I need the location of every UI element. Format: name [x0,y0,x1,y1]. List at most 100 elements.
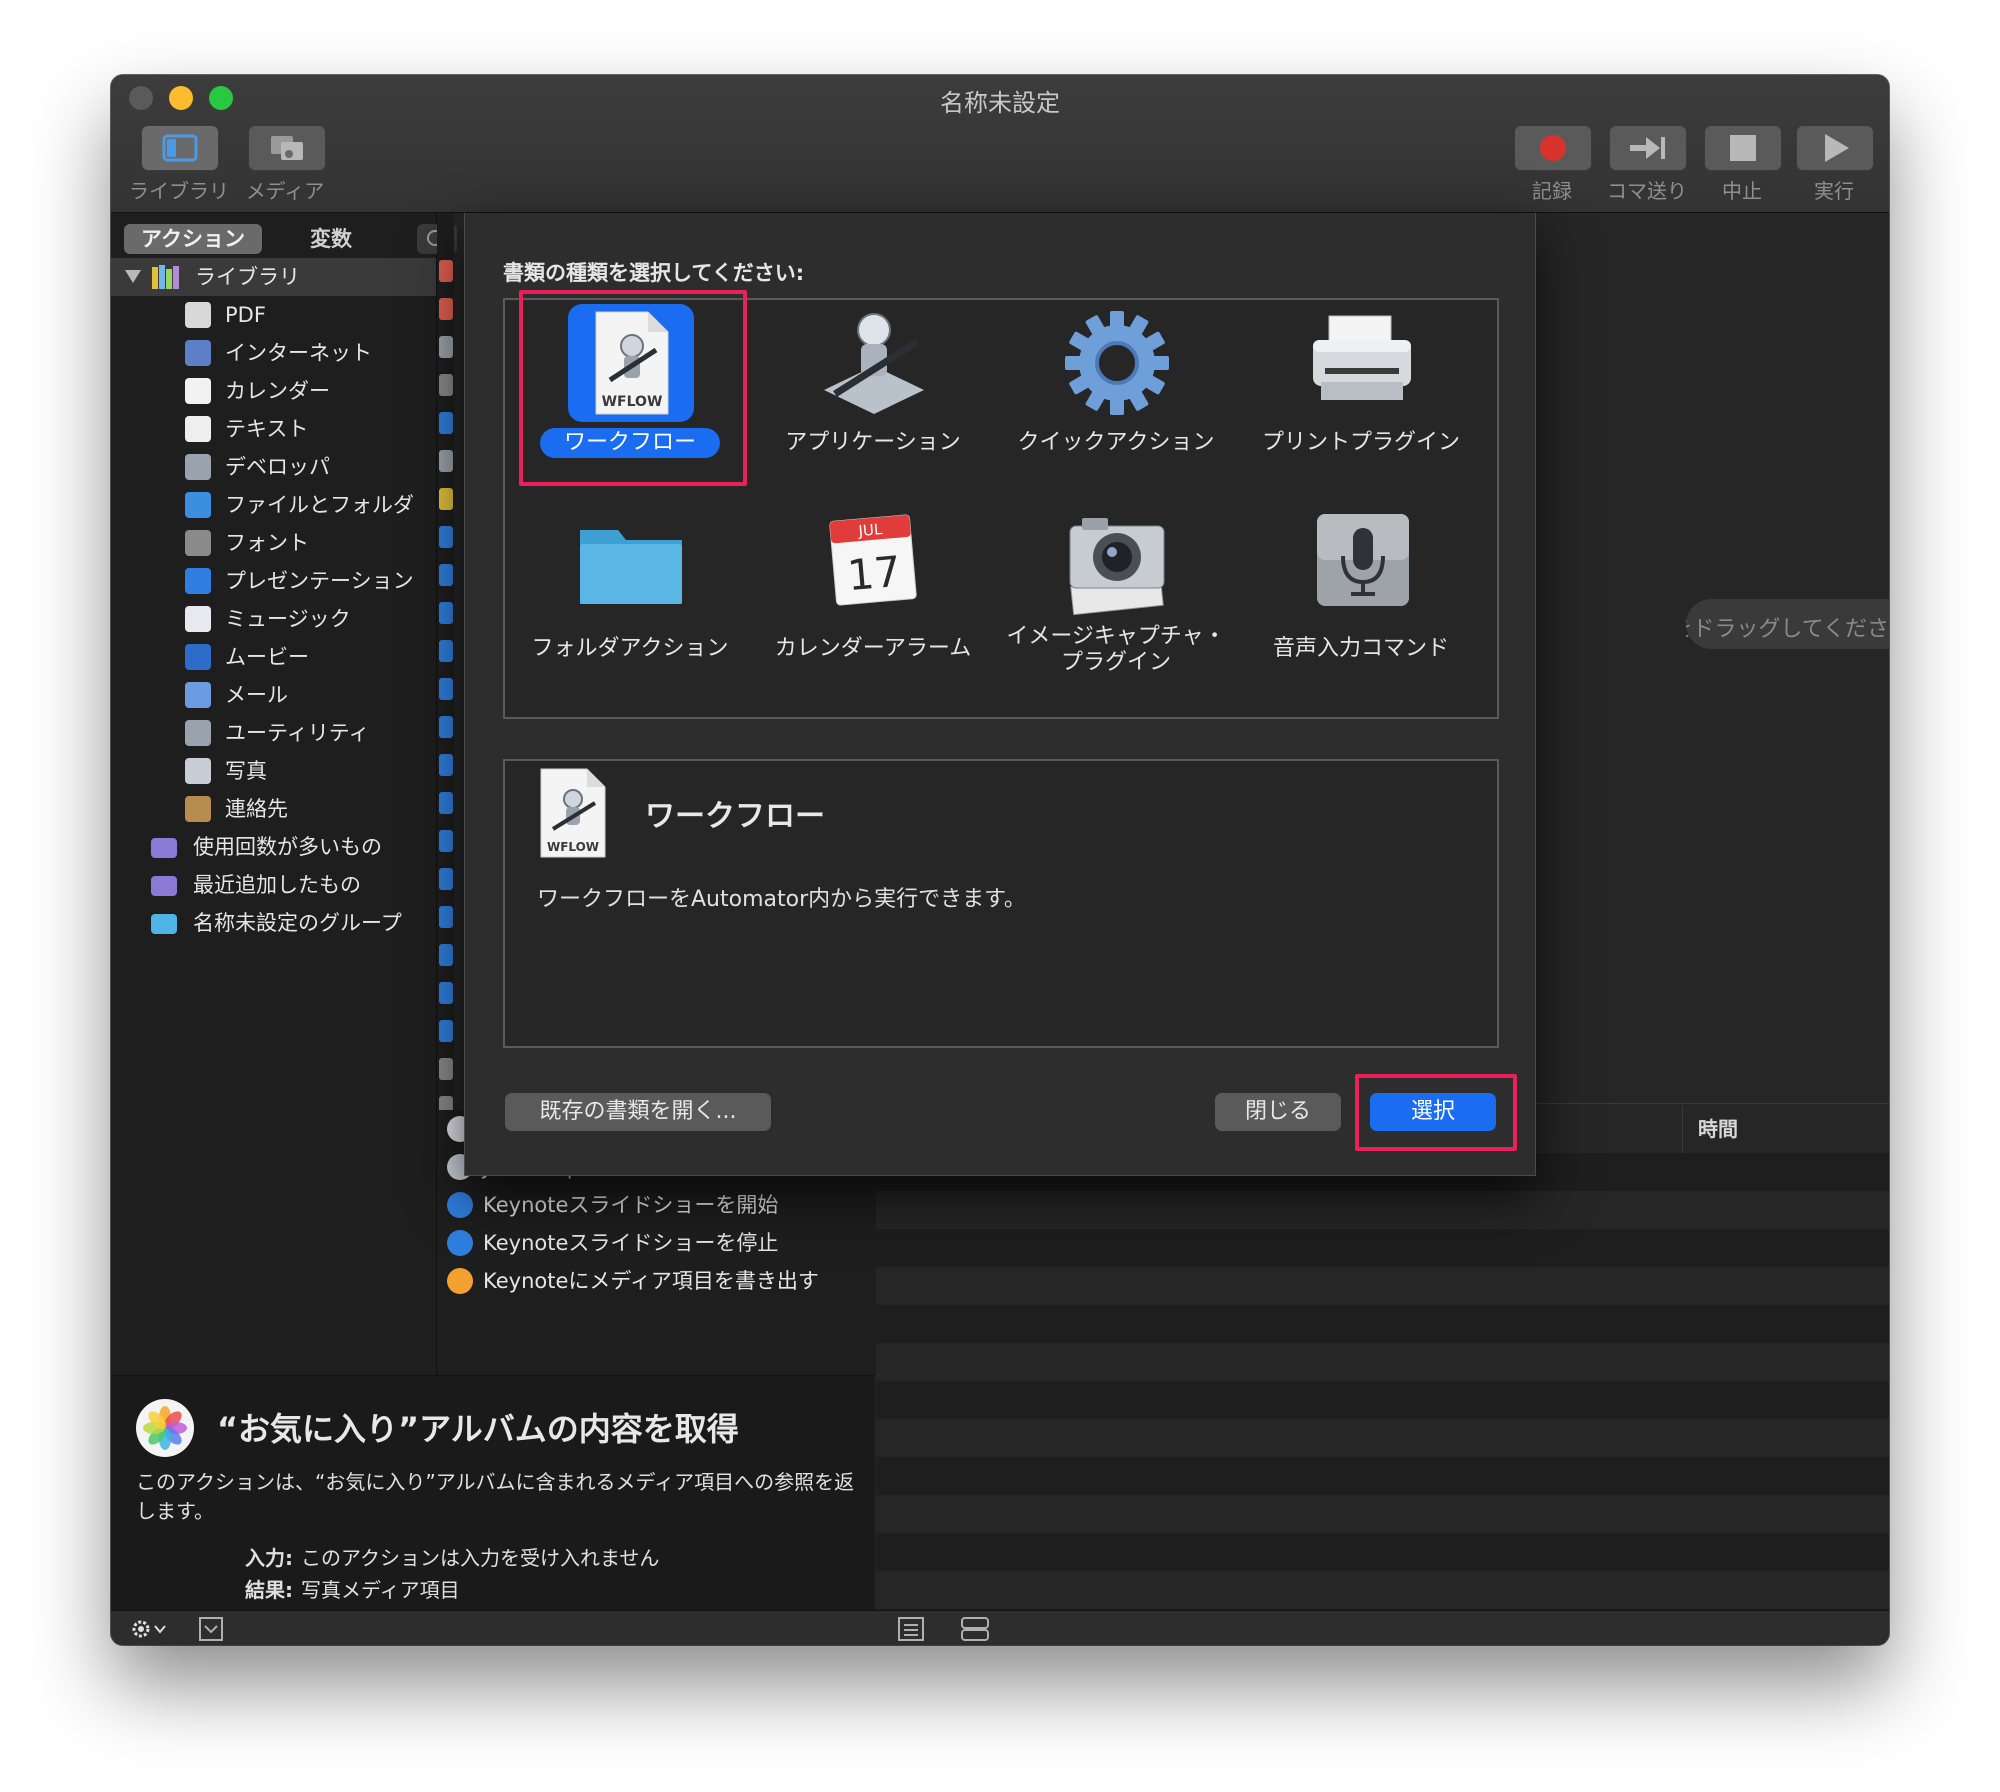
action-icon [439,412,453,434]
split-view-icon[interactable] [959,1615,991,1643]
smart-folder-icon [151,876,177,896]
toolbar: 名称未設定 ライブラリ メディア 記録 コマ送り 中止 実行 [111,75,1889,213]
sidebar-item[interactable]: ユーティリティ [111,714,436,752]
sidebar-item-label: プレゼンテーション [225,569,414,593]
log-row [876,1191,1889,1229]
open-existing-button[interactable]: 既存の書類を開く... [505,1093,771,1131]
sidebar-item[interactable]: インターネット [111,334,436,372]
action-item[interactable]: Keynoteにメディア項目を書き出す [437,1262,937,1300]
sidebar-item-label: ユーティリティ [225,721,370,745]
media-button[interactable] [248,125,326,171]
gear-menu-icon[interactable] [129,1616,173,1642]
sidebar-item-label: 連絡先 [225,797,288,821]
sidebar-item-label: インターネット [225,341,372,365]
type-label-dictation-command: 音声入力コマンド [1272,636,1449,661]
segment-variables[interactable]: 変数 [271,224,391,254]
step-button[interactable] [1609,125,1687,171]
automator-window: 名称未設定 ライブラリ メディア 記録 コマ送り 中止 実行 アクション 変数 … [111,75,1889,1645]
utility-icon [185,720,211,746]
stop-button[interactable] [1704,125,1782,171]
sidebar-item[interactable]: 写真 [111,752,436,790]
svg-text:17: 17 [845,547,903,600]
close-button[interactable]: 閉じる [1215,1093,1341,1131]
sidebar-item[interactable]: フォント [111,524,436,562]
type-label-calendar-alarm: カレンダーアラーム [774,636,972,661]
sidebar-group-label: 名称未設定のグループ [193,911,402,935]
run-icon [1825,134,1849,162]
type-calendar-alarm[interactable]: JUL 17 カレンダーアラーム [753,508,993,688]
font-icon [185,530,211,556]
action-icon [439,450,453,472]
action-icon [439,1058,453,1080]
media-label: メディア [245,179,325,203]
record-button[interactable] [1514,125,1592,171]
music-icon [185,606,211,632]
action-item-label: Keynoteスライドショーを停止 [483,1231,779,1255]
sidebar-group[interactable]: 使用回数が多いもの [111,828,436,866]
run-button[interactable] [1796,125,1874,171]
sidebar-item[interactable]: ファイルとフォルダ [111,486,436,524]
sidebar-item-label: ムービー [225,645,309,669]
log-row [876,1305,1889,1343]
sidebar-item[interactable]: プレゼンテーション [111,562,436,600]
type-folder-action[interactable]: フォルダアクション [510,508,750,688]
application-icon [824,313,924,414]
media-icon [271,136,303,160]
toggle-description-icon[interactable] [197,1615,225,1643]
sidebar-item[interactable]: PDF [111,296,436,334]
library-row[interactable]: ライブラリ [111,258,436,296]
step-label: コマ送り [1607,179,1687,203]
input-label: 入力: [245,1546,293,1570]
description-body: このアクションは、“お気に入り”アルバムに含まれるメディア項目への参照を返します… [136,1470,855,1523]
photos-icon [185,758,211,784]
result-label: 結果: [245,1578,293,1602]
list-view-icon[interactable] [896,1615,926,1643]
type-label-quick-action: クイックアクション [1017,430,1215,455]
library-sidebar: アクション 変数 ライブラリ PDF インターネット カレンダーテキストデベロッパフ… [111,213,457,1375]
photos-icon [447,1268,473,1294]
highlight-choose-button [1355,1074,1517,1151]
library-button[interactable] [141,125,219,171]
action-icon [439,982,453,1004]
type-label-folder-action: フォルダアクション [531,636,729,661]
log-column-time[interactable]: 時間 [1698,1113,1738,1142]
action-item[interactable]: Keynoteスライドショーを開始 [437,1186,937,1224]
log-row [876,1533,1889,1571]
sidebar-item[interactable]: ムービー [111,638,436,676]
gear-icon [1065,311,1169,415]
type-application[interactable]: アプリケーション [753,302,993,482]
sidebar-item-label: テキスト [225,417,309,441]
disclosure-triangle-icon [125,270,141,283]
action-description-pane: “お気に入り”アルバムの内容を取得 このアクションは、“お気に入り”アルバムに含… [111,1375,875,1611]
action-item-label: Keynoteにメディア項目を書き出す [483,1269,819,1293]
log-row [876,1343,1889,1381]
svg-text:WFLOW: WFLOW [547,840,599,854]
action-icon [439,564,453,586]
segment-actions[interactable]: アクション [124,224,262,254]
svg-text:JUL: JUL [857,520,884,540]
sidebar-item[interactable]: テキスト [111,410,436,448]
keynote-icon [185,568,211,594]
sidebar-item[interactable]: ミュージック [111,600,436,638]
sidebar-group[interactable]: 最近追加したもの [111,866,436,904]
type-image-capture-plugin[interactable]: イメージキャプチャ・プラグイン [996,508,1236,688]
sidebar-item[interactable]: カレンダー [111,372,436,410]
type-print-plugin[interactable]: プリントプラグイン [1241,302,1481,482]
record-icon [1540,135,1566,161]
action-item[interactable]: Keynoteスライドショーを停止 [437,1224,937,1262]
sidebar-group[interactable]: 名称未設定のグループ [111,904,436,942]
type-quick-action[interactable]: クイックアクション [996,302,1236,482]
sidebar-item[interactable]: デベロッパ [111,448,436,486]
sidebar-item-label: カレンダー [225,379,330,403]
sidebar-item[interactable]: 連絡先 [111,790,436,828]
type-dictation-command[interactable]: 音声入力コマンド [1241,508,1481,688]
sidebar-item[interactable]: メール [111,676,436,714]
action-icon [439,944,453,966]
sidebar-item-label: PDF [225,303,266,327]
action-item-label: Keynoteスライドショーを開始 [483,1193,779,1217]
log-row [876,1229,1889,1267]
description-title: “お気に入り”アルバムの内容を取得 [217,1410,739,1448]
sidebar-item-label: デベロッパ [225,455,330,479]
action-icon [439,868,453,890]
contacts-icon [185,796,211,822]
